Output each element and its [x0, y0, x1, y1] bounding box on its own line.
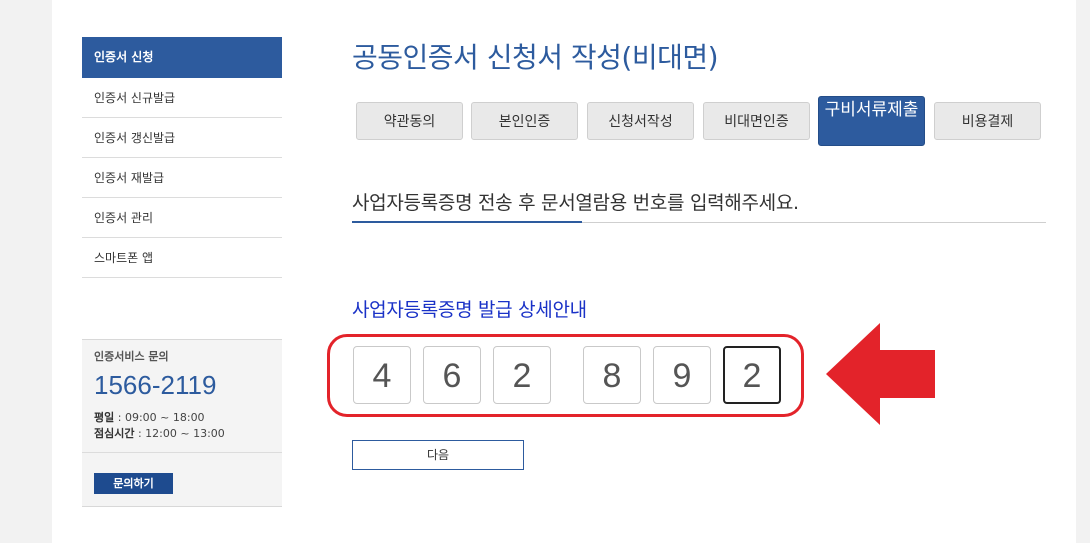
sidebar-item-label: 스마트폰 앱: [94, 251, 154, 265]
lunch-hours: : 12:00 ~ 13:00: [134, 427, 225, 440]
contact-phone: 1566-2119: [94, 370, 217, 400]
step-remote-auth[interactable]: 비대면인증: [703, 102, 810, 140]
sidebar-item-renewal[interactable]: 인증서 갱신발급: [82, 118, 282, 158]
weekday-label: 평일: [94, 411, 115, 424]
divider-accent: [352, 221, 582, 223]
page-title: 공동인증서 신청서 작성(비대면): [352, 41, 719, 74]
sidebar-header[interactable]: 인증서 신청: [82, 37, 282, 78]
contact-hours: 평일 : 09:00 ~ 18:00 점심시간 : 12:00 ~ 13:00: [94, 410, 225, 442]
step-payment[interactable]: 비용결제: [934, 102, 1041, 140]
next-button[interactable]: 다음: [352, 440, 524, 470]
sidebar-item-smartphone-app[interactable]: 스마트폰 앱: [82, 238, 282, 278]
contact-box: 인증서비스 문의 1566-2119 평일 : 09:00 ~ 18:00 점심…: [82, 339, 282, 507]
sidebar-item-label: 인증서 재발급: [94, 171, 165, 185]
code-digit-4[interactable]: 8: [583, 346, 641, 404]
code-digit-1[interactable]: 4: [353, 346, 411, 404]
weekday-hours: : 09:00 ~ 18:00: [114, 411, 205, 424]
sidebar-item-reissue[interactable]: 인증서 재발급: [82, 158, 282, 198]
step-terms[interactable]: 약관동의: [356, 102, 463, 140]
left-arrow-icon: [826, 323, 935, 425]
lunch-label: 점심시간: [94, 427, 135, 440]
sidebar-item-label: 인증서 신규발급: [94, 91, 176, 105]
code-digit-3[interactable]: 2: [493, 346, 551, 404]
guide-link[interactable]: 사업자등록증명 발급 상세안내: [352, 295, 587, 322]
inquiry-button[interactable]: 문의하기: [94, 473, 173, 494]
sidebar-item-label: 인증서 갱신발급: [94, 131, 176, 145]
instruction-text: 사업자등록증명 전송 후 문서열람용 번호를 입력해주세요.: [352, 192, 799, 214]
sidebar-item-label: 인증서 관리: [94, 211, 154, 225]
sidebar-item-new-issue[interactable]: 인증서 신규발급: [82, 78, 282, 118]
code-digit-2[interactable]: 6: [423, 346, 481, 404]
code-digit-6[interactable]: 2: [723, 346, 781, 404]
sidebar-item-manage[interactable]: 인증서 관리: [82, 198, 282, 238]
code-digit-5[interactable]: 9: [653, 346, 711, 404]
step-documents[interactable]: 구비서류제출: [818, 96, 925, 146]
sidebar-menu: 인증서 신규발급 인증서 갱신발급 인증서 재발급 인증서 관리 스마트폰 앱: [82, 78, 282, 278]
step-tabs: 약관동의 본인인증 신청서작성 비대면인증 구비서류제출 비용결제: [356, 96, 1056, 156]
step-identity[interactable]: 본인인증: [471, 102, 578, 140]
contact-title: 인증서비스 문의: [94, 350, 169, 363]
step-application[interactable]: 신청서작성: [587, 102, 694, 140]
contact-divider: [82, 452, 282, 453]
